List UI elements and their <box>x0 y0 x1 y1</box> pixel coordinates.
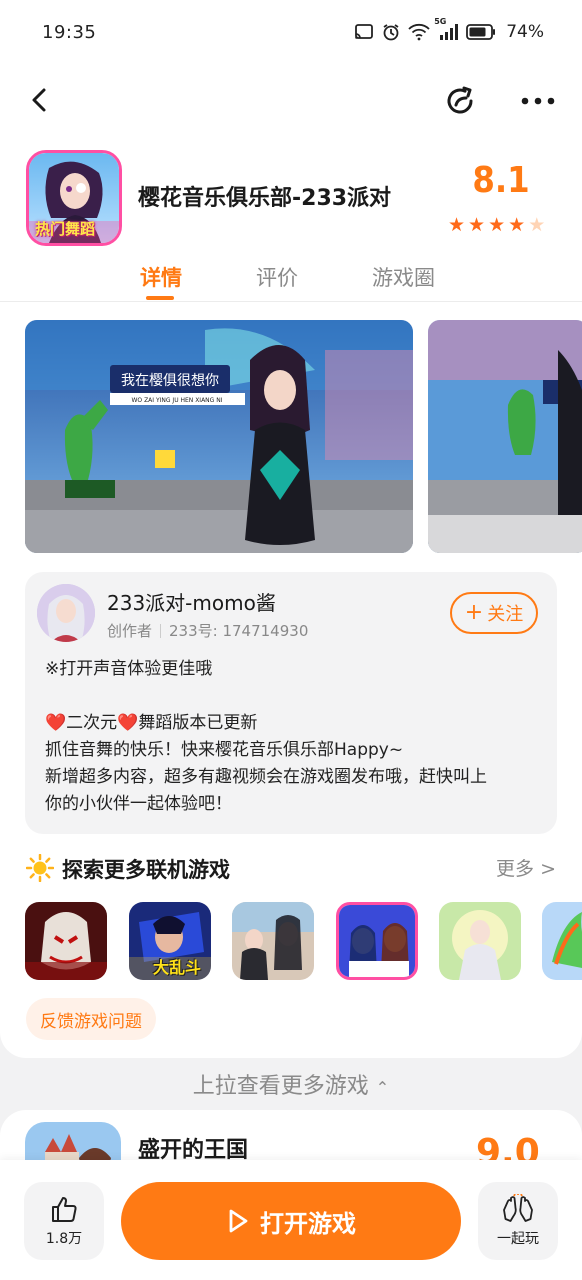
desc-line: ❤️二次元❤️舞蹈版本已更新 <box>45 710 550 737</box>
creator-card: 233派对-momo酱 创作者 233号: 174714930 + 关注 ※打开… <box>25 572 557 834</box>
star-half-icon: ★ <box>528 214 546 236</box>
star-icon: ★ <box>508 214 526 236</box>
signal-icon: 5G <box>434 17 459 41</box>
sign-text: 我在樱俱很想你 <box>121 372 219 389</box>
status-icons: 5G 74% <box>354 17 544 42</box>
desc-line: 抓住音舞的快乐！快来樱花音乐俱乐部Happy~ <box>45 740 404 760</box>
game-title: 樱花音乐俱乐部-233派对 <box>138 186 392 211</box>
rating-score: 8.1 <box>472 160 530 201</box>
feedback-button[interactable]: 反馈游戏问题 <box>26 998 156 1040</box>
sun-icon <box>25 853 55 886</box>
creator-meta: 创作者 233号: 174714930 <box>107 620 308 641</box>
play-together-button[interactable]: 一起玩 <box>478 1182 558 1260</box>
wifi-icon <box>408 23 430 41</box>
game-thumb[interactable] <box>232 902 314 980</box>
desc-line: 你的小伙伴一起体验吧！ <box>45 794 232 814</box>
share-icon <box>447 86 473 114</box>
status-time: 19:35 <box>42 22 97 43</box>
creator-role: 创作者 <box>107 622 153 640</box>
section-title: 探索更多联机游戏 <box>62 858 230 882</box>
back-button[interactable] <box>22 82 58 118</box>
game-icon: 热门舞蹈 <box>26 150 122 246</box>
thumbs-up-icon <box>52 1197 77 1222</box>
game-thumb[interactable] <box>25 902 107 980</box>
desc-line: ※打开声音体验更佳哦 <box>45 659 213 679</box>
heart-icon: ❤️ <box>45 713 67 733</box>
game-thumb[interactable]: 大乱斗 <box>129 902 211 980</box>
open-game-button[interactable]: 打开游戏 <box>121 1182 461 1260</box>
pull-up-hint[interactable]: 上拉查看更多游戏 ⌃ <box>0 1068 582 1100</box>
creator-name[interactable]: 233派对-momo酱 <box>107 587 276 616</box>
thumb-label: 大乱斗 <box>153 958 202 977</box>
high-five-icon <box>503 1194 533 1222</box>
screenshot-1[interactable]: 我在樱俱很想你 WO ZAI YING JU HEN XIANG NI <box>25 320 413 553</box>
battery-level: 74% <box>506 22 544 42</box>
detail-tabs: 详情 评价 游戏圈 <box>0 258 582 302</box>
tab-reviews[interactable]: 评价 <box>256 262 298 292</box>
tab-game-circle[interactable]: 游戏圈 <box>372 262 435 292</box>
detail-page: 19:35 5G 74% 热门舞蹈 樱花音乐俱乐部-233派对 8.1 ★ ★ … <box>0 0 582 1058</box>
game-thumb[interactable] <box>439 902 521 980</box>
avatar[interactable] <box>37 584 95 642</box>
game-thumb[interactable] <box>336 902 418 980</box>
explore-section-header: 探索更多联机游戏 更多 > <box>25 852 556 886</box>
network-type: 5G <box>434 17 447 26</box>
share-button[interactable] <box>442 82 480 120</box>
cast-icon <box>354 23 374 41</box>
desc-line-blank <box>45 683 550 710</box>
more-horizontal-icon <box>521 97 555 105</box>
divider <box>160 623 162 638</box>
status-bar: 19:35 5G 74% <box>0 0 582 70</box>
creator-description: ※打开声音体验更佳哦 ❤️二次元❤️舞蹈版本已更新 抓住音舞的快乐！快来樱花音乐… <box>45 656 550 818</box>
more-button[interactable] <box>516 82 560 120</box>
alarm-icon <box>382 23 400 41</box>
more-link[interactable]: 更多 > <box>496 854 556 881</box>
desc-fragment: 舞蹈版本已更新 <box>138 713 258 733</box>
plus-icon: + <box>464 600 484 625</box>
icon-badge-text: 热门舞蹈 <box>35 220 96 238</box>
play-icon <box>229 1209 248 1233</box>
star-icon: ★ <box>488 214 506 236</box>
follow-button[interactable]: + 关注 <box>450 592 538 634</box>
star-icon: ★ <box>448 214 466 236</box>
play-together-label: 一起玩 <box>497 1231 539 1247</box>
desc-line: 新增超多内容，超多有趣视频会在游戏圈发布哦，赶快叫上 <box>45 767 487 787</box>
pull-hint-text: 上拉查看更多游戏 <box>192 1074 369 1099</box>
like-button[interactable]: 1.8万 <box>24 1182 104 1260</box>
heart-icon: ❤️ <box>117 713 139 733</box>
top-nav <box>0 72 582 128</box>
star-icon: ★ <box>468 214 486 236</box>
tab-details[interactable]: 详情 <box>140 262 182 292</box>
open-game-label: 打开游戏 <box>260 1209 356 1238</box>
bottom-action-bar: 1.8万 打开游戏 一起玩 <box>0 1160 582 1280</box>
chevron-up-icon: ⌃ <box>375 1078 390 1097</box>
screenshot-2[interactable] <box>428 320 582 553</box>
like-count: 1.8万 <box>45 1231 83 1247</box>
creator-id: 233号: 174714930 <box>169 622 309 640</box>
game-thumb[interactable] <box>542 902 582 980</box>
sign-subtext: WO ZAI YING JU HEN XIANG NI <box>132 397 223 404</box>
battery-icon <box>466 23 496 41</box>
tab-indicator <box>146 296 174 300</box>
follow-label: 关注 <box>487 604 524 625</box>
chevron-left-icon <box>32 88 46 112</box>
desc-fragment: 二次元 <box>66 713 118 733</box>
rating-stars: ★ ★ ★ ★ ★ <box>448 216 545 235</box>
